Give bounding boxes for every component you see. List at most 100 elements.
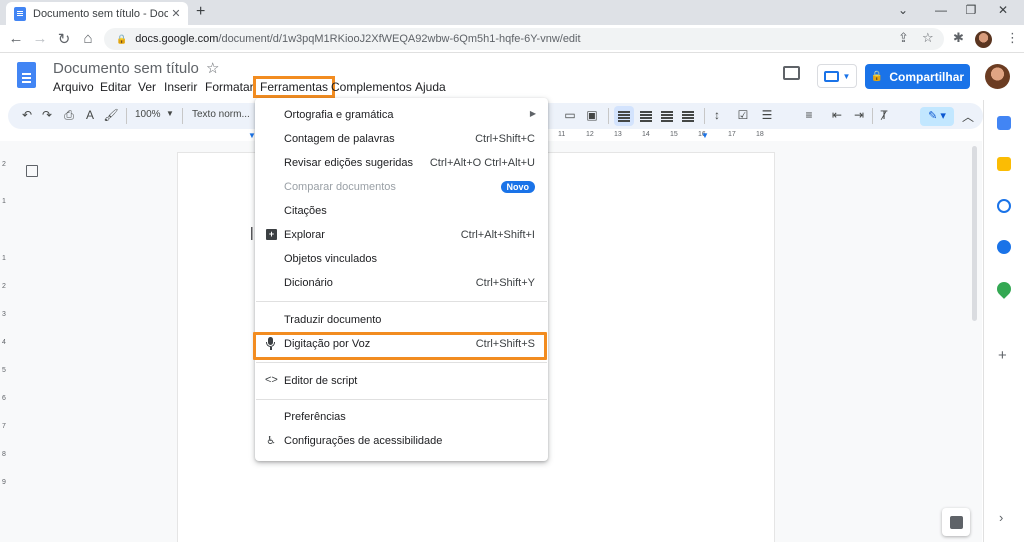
zoom-dropdown-arrow-icon[interactable]: ▼ — [166, 109, 174, 118]
browser-tab-title: Documento sem título - Docume — [33, 7, 168, 20]
expand-panel-chevron-icon[interactable]: › — [999, 510, 1003, 525]
menu-item-label: Editor de script — [284, 375, 358, 387]
explore-assist-button[interactable] — [942, 508, 970, 536]
close-tab-icon[interactable]: ✕ — [168, 7, 184, 20]
share-button[interactable]: 🔒 Compartilhar — [865, 64, 970, 89]
insert-image-icon[interactable]: ▣ — [583, 108, 601, 122]
contacts-icon[interactable] — [997, 240, 1011, 254]
toolbar-divider — [872, 108, 873, 124]
menu-item-preferences[interactable]: Preferências — [255, 405, 548, 429]
menu-inserir[interactable]: Inserir — [164, 80, 197, 94]
menu-item-voice-typing[interactable]: Digitação por Voz Ctrl+Shift+S — [255, 332, 548, 356]
restore-icon[interactable]: ❐ — [956, 3, 986, 17]
numbered-list-icon[interactable]: ≡ — [800, 108, 818, 122]
collapse-menus-icon[interactable]: ︿ — [959, 108, 977, 125]
menu-item-label: Configurações de acessibilidade — [284, 435, 443, 447]
menu-item-label: Dicionário — [284, 277, 333, 289]
menu-item-label: Explorar — [284, 229, 325, 241]
align-justify-icon[interactable] — [682, 111, 694, 113]
menu-item-dictionary[interactable]: Dicionário Ctrl+Shift+Y — [255, 271, 548, 295]
align-right-icon[interactable] — [661, 111, 673, 113]
align-center-icon[interactable] — [640, 111, 652, 113]
menu-arquivo[interactable]: Arquivo — [53, 80, 94, 94]
meet-present-button[interactable]: ▼ — [817, 64, 857, 88]
menu-item-review-suggestions[interactable]: Revisar edições sugeridas Ctrl+Alt+O Ctr… — [255, 151, 548, 175]
paragraph-style-select[interactable]: Texto norm... — [192, 109, 250, 120]
url-host: docs.google.com — [135, 33, 219, 45]
ruler-number: 1 — [2, 255, 6, 262]
menu-item-script-editor[interactable]: <> Editor de script — [255, 369, 548, 393]
insert-comment-icon[interactable]: ▭ — [561, 108, 579, 122]
menu-item-explore[interactable]: + Explorar Ctrl+Alt+Shift+I — [255, 223, 548, 247]
ruler-number: 8 — [2, 451, 6, 458]
back-icon[interactable]: ← — [6, 30, 26, 47]
url-bar[interactable]: 🔒 docs.google.com/document/d/1w3pqM1RKio… — [104, 28, 944, 50]
ruler-number: 14 — [642, 131, 650, 138]
menu-item-translate-document[interactable]: Traduzir documento — [255, 308, 548, 332]
spellcheck-icon[interactable]: A — [81, 108, 99, 122]
extensions-puzzle-icon[interactable]: ✱ — [953, 30, 964, 46]
ruler-number: 6 — [2, 395, 6, 402]
menu-item-spelling-grammar[interactable]: Ortografia e gramática ▶ — [255, 103, 548, 127]
forward-icon[interactable]: → — [30, 30, 50, 47]
home-icon[interactable]: ⌂ — [78, 30, 98, 47]
share-page-icon[interactable]: ⇪ — [898, 30, 909, 46]
decrease-indent-icon[interactable]: ⇤ — [828, 108, 846, 122]
star-icon[interactable]: ☆ — [206, 59, 219, 77]
menu-ver[interactable]: Ver — [138, 80, 156, 94]
account-avatar[interactable] — [985, 64, 1010, 89]
close-window-icon[interactable]: ✕ — [988, 3, 1018, 17]
ruler-number: 2 — [2, 283, 6, 290]
menu-divider — [256, 362, 547, 363]
menu-item-word-count[interactable]: Contagem de palavras Ctrl+Shift+C — [255, 127, 548, 151]
menu-ferramentas[interactable]: Ferramentas — [252, 76, 336, 98]
menu-item-shortcut: Ctrl+Alt+Shift+I — [460, 229, 535, 241]
tasks-icon[interactable] — [997, 199, 1011, 213]
menu-formatar[interactable]: Formatar — [205, 80, 254, 94]
right-indent-marker-icon[interactable]: ▼ — [701, 131, 709, 140]
minimize-icon[interactable]: — — [926, 3, 956, 17]
menu-item-citations[interactable]: Citações — [255, 199, 548, 223]
menu-item-compare-documents[interactable]: Comparar documentos Novo — [255, 175, 548, 199]
comment-history-icon[interactable] — [783, 66, 800, 80]
docs-logo-icon[interactable] — [17, 62, 36, 88]
document-outline-icon[interactable] — [26, 165, 38, 177]
new-tab-icon[interactable]: + — [196, 3, 205, 21]
menu-ajuda[interactable]: Ajuda — [415, 80, 446, 94]
explore-assist-icon — [949, 515, 963, 529]
side-panel: + › — [983, 100, 1024, 542]
print-icon[interactable]: ⎙ — [60, 108, 78, 123]
chevron-down-icon: ▼ — [842, 71, 851, 81]
chrome-menu-icon[interactable]: ⋮ — [1006, 30, 1019, 46]
undo-icon[interactable]: ↶ — [18, 108, 36, 122]
editing-mode-button[interactable]: ✎ ▾ — [920, 107, 954, 126]
get-addons-plus-icon[interactable]: + — [998, 347, 1007, 364]
menu-item-linked-objects[interactable]: Objetos vinculados — [255, 247, 548, 271]
line-spacing-icon[interactable]: ↕ — [708, 108, 726, 122]
menu-item-shortcut: Ctrl+Shift+S — [475, 338, 535, 350]
tab-search-icon[interactable]: ⌄ — [888, 3, 918, 17]
ruler-number: 18 — [756, 131, 764, 138]
browser-profile-avatar[interactable] — [975, 31, 992, 48]
menu-editar[interactable]: Editar — [100, 80, 131, 94]
increase-indent-icon[interactable]: ⇥ — [850, 108, 868, 122]
browser-tab[interactable]: Documento sem título - Docume ✕ — [6, 2, 188, 25]
checklist-icon[interactable]: ☑ — [734, 108, 752, 122]
paint-format-icon[interactable]: 🖌 — [102, 108, 120, 122]
menu-item-label: Ortografia e gramática — [284, 109, 394, 121]
bulleted-list-icon[interactable]: ☰ — [758, 108, 776, 122]
maps-icon[interactable] — [994, 279, 1014, 299]
bookmark-star-icon[interactable]: ☆ — [922, 30, 934, 46]
align-left-icon[interactable] — [618, 111, 630, 113]
reload-icon[interactable]: ↻ — [54, 30, 74, 48]
document-title[interactable]: Documento sem título — [53, 60, 199, 77]
keep-icon[interactable] — [997, 157, 1011, 171]
menu-complementos[interactable]: Complementos — [331, 80, 412, 94]
redo-icon[interactable]: ↷ — [38, 108, 56, 122]
clear-formatting-icon[interactable]: Ⱦ — [875, 108, 893, 122]
vertical-scrollbar[interactable] — [972, 146, 977, 321]
menu-item-accessibility-settings[interactable]: ♿ Configurações de acessibilidade — [255, 429, 548, 453]
zoom-select[interactable]: 100% — [135, 109, 161, 120]
ruler-number: 1 — [2, 198, 6, 205]
calendar-icon[interactable] — [997, 116, 1011, 130]
